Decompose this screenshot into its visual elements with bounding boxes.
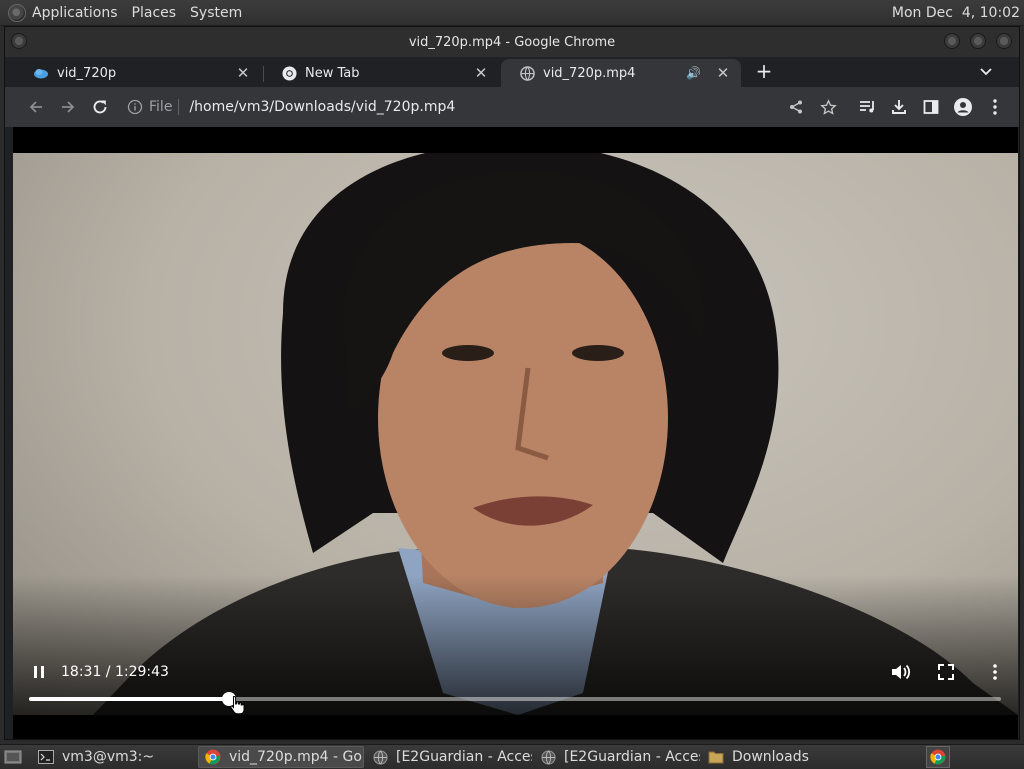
tab-close-icon[interactable]: ✕ [715,64,731,82]
reload-icon [93,100,107,114]
browser-menu-icon[interactable] [979,91,1011,123]
browser-toolbar: File /home/vm3/Downloads/vid_720p.mp4 [5,87,1019,127]
info-icon[interactable] [127,99,143,115]
menu-system[interactable]: System [190,5,242,21]
window-title: vid_720p.mp4 - Google Chrome [408,34,616,50]
bookmark-star-icon[interactable] [812,91,844,123]
media-control-icon[interactable] [851,91,883,123]
top-panel: Applications Places System Mon Dec 4, 10… [0,0,1024,26]
browser-window: vid_720p.mp4 - Google Chrome vid_720p ✕ … [4,26,1020,740]
time-display: 18:31 / 1:29:43 [61,664,169,680]
tab-search-chevron-icon[interactable] [977,62,995,80]
chrome-icon [281,65,297,81]
share-icon[interactable] [780,91,812,123]
window-menu-icon[interactable] [11,33,27,49]
clock[interactable]: Mon Dec 4, 10:02 [892,5,1020,21]
show-desktop-icon [4,750,22,764]
seek-bar[interactable] [29,692,1001,706]
taskbar-item-label: vid_720p.mp4 - Go... [229,749,364,765]
taskbar-item-label: Downloads [732,749,809,765]
reload-button[interactable] [84,91,116,123]
controls-scrim [13,575,1018,715]
chrome-icon [205,749,221,765]
profile-avatar-icon[interactable] [947,91,979,123]
url-text[interactable]: /home/vm3/Downloads/vid_720p.mp4 [189,99,455,115]
globe-icon [540,749,556,765]
maximize-icon[interactable] [970,33,986,49]
tab-new-tab[interactable]: New Tab ✕ [263,59,499,87]
back-button[interactable] [20,91,52,123]
folder-icon [708,749,724,765]
tab-title: New Tab [305,65,360,81]
tab-title: vid_720p [57,65,117,81]
show-desktop-button[interactable] [0,746,30,768]
window-titlebar[interactable]: vid_720p.mp4 - Google Chrome [5,27,1019,57]
menu-applications[interactable]: Applications [32,5,118,21]
seek-bar-progress [29,697,230,701]
taskbar-item-chrome[interactable]: vid_720p.mp4 - Go... [198,746,364,768]
tab-vid-720p[interactable]: vid_720p ✕ [15,59,261,87]
tab-vid-720p-mp4[interactable]: vid_720p.mp4 🔊 ✕ [501,59,741,87]
taskbar-item-label: [E2Guardian - Acces... [396,749,532,765]
tab-close-icon[interactable]: ✕ [473,64,489,82]
address-bar[interactable]: File /home/vm3/Downloads/vid_720p.mp4 [121,92,773,122]
fullscreen-button[interactable] [935,661,957,683]
taskbar-item-label: [E2Guardian - Acces... [564,749,700,765]
taskbar-item-e2guardian-2[interactable]: [E2Guardian - Acces... [534,746,700,768]
forward-arrow-icon [62,101,75,113]
tab-audio-icon[interactable]: 🔊 [686,66,701,80]
taskbar-item-terminal[interactable]: vm3@vm3:~ [32,746,196,768]
back-arrow-icon [29,101,42,113]
taskbar-item-label: vm3@vm3:~ [62,749,155,765]
menu-places[interactable]: Places [132,5,177,21]
pause-button[interactable] [29,662,49,682]
download-icon[interactable] [883,91,915,123]
globe-icon [519,65,535,81]
pause-icon [34,666,44,678]
more-vertical-icon [993,664,997,680]
forward-button[interactable] [52,91,84,123]
chrome-icon [930,749,946,765]
video-frame[interactable] [13,153,1018,715]
taskbar-item-downloads[interactable]: Downloads [702,746,868,768]
url-scheme-label: File [149,99,173,115]
volume-button[interactable] [889,661,911,683]
hand-cursor-icon [229,695,245,719]
volume-icon [892,664,911,680]
close-window-icon[interactable] [996,33,1012,49]
fullscreen-icon [938,664,954,680]
side-panel-icon[interactable] [915,91,947,123]
taskbar: vm3@vm3:~ vid_720p.mp4 - Go... [E2Guardi… [0,744,1024,769]
omnibox-divider [178,99,180,115]
player-more-options-button[interactable] [985,661,1005,683]
tray-chrome-launcher[interactable] [926,746,950,768]
cloud-icon [33,65,49,81]
tab-close-icon[interactable]: ✕ [235,64,251,82]
taskbar-item-e2guardian-1[interactable]: [E2Guardian - Acces... [366,746,532,768]
tab-strip: vid_720p ✕ New Tab ✕ vid_720p.mp4 🔊 ✕ [5,57,1019,87]
distro-logo-icon[interactable] [8,3,26,22]
minimize-icon[interactable] [944,33,960,49]
terminal-icon [38,749,54,765]
globe-icon [372,749,388,765]
new-tab-button[interactable]: + [753,60,775,82]
video-player[interactable]: 18:31 / 1:29:43 [13,127,1018,739]
tab-title: vid_720p.mp4 [543,65,636,81]
